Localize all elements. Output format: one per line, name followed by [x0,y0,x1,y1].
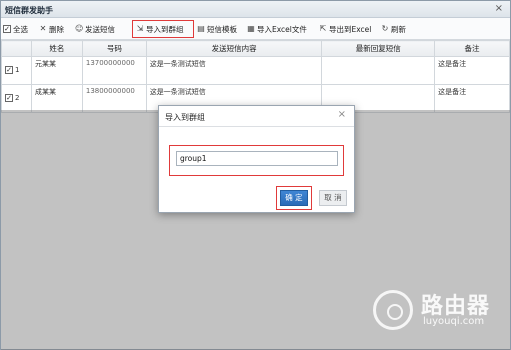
window-title: 短信群发助手 [5,6,53,15]
column-header-phone[interactable]: 号码 [81,40,147,57]
window-close-button[interactable]: × [495,3,503,14]
table-header-row: 姓名 号码 发送短信内容 最新回复短信 备注 [1,40,510,57]
select-all-button[interactable]: ✓ 全选 [3,23,28,35]
column-header-select [1,40,32,57]
export-excel-label: 导出到Excel [329,24,372,34]
name-cell: 元某某 [30,56,83,85]
phone-cell: 13700000000 [81,56,147,85]
sms-template-label: 短信模板 [207,24,237,34]
send-sms-button[interactable]: ☺ 发送短信 [75,23,115,35]
column-header-reply[interactable]: 最新回复短信 [321,40,436,57]
row-checkbox[interactable]: ✓ [5,66,13,74]
title-bar: 短信群发助手 × [1,1,510,18]
reply-cell [321,56,436,85]
template-icon: ▤ [197,24,205,33]
delete-button[interactable]: ✕ 删除 [39,23,64,35]
column-header-name[interactable]: 姓名 [30,40,83,57]
refresh-icon: ↻ [381,24,389,33]
import-group-dialog: 导入到群组 × 确 定 取 消 [158,105,355,213]
column-header-remark[interactable]: 备注 [434,40,510,57]
refresh-button[interactable]: ↻ 刷新 [381,23,406,35]
import-excel-label: 导入Excel文件 [257,24,307,34]
chat-icon: ☺ [75,24,84,33]
import-group-highlight [132,20,194,38]
import-excel-button[interactable]: ▦ 导入Excel文件 [247,23,307,35]
row-number: 2 [15,94,20,102]
row-select-cell[interactable]: ✓ 2 [1,84,32,113]
cancel-button[interactable]: 取 消 [319,190,347,206]
dialog-divider [159,126,354,127]
watermark-logo: 路由器 luyouqi.com [373,288,503,334]
column-header-content[interactable]: 发送短信内容 [145,40,323,57]
export-excel-button[interactable]: ⇱ 导出到Excel [319,23,372,35]
dialog-close-button[interactable]: × [338,109,346,120]
excel-export-icon: ⇱ [319,24,327,33]
refresh-label: 刷新 [391,24,406,34]
contacts-table: 姓名 号码 发送短信内容 最新回复短信 备注 ✓ 1 元某某 1370000000… [1,40,510,113]
excel-import-icon: ▦ [247,24,255,33]
remark-cell: 这是备注 [434,56,510,85]
toolbar: ✓ 全选 ✕ 删除 ☺ 发送短信 ⇲ 导入到群组 ▤ 短信模板 ▦ 导入Exce… [1,18,510,40]
checkbox-icon: ✓ [3,25,11,33]
content-cell: 这是一条测试短信 [145,56,323,85]
close-icon: ✕ [39,24,47,33]
send-sms-label: 发送短信 [85,24,115,34]
phone-cell: 13800000000 [81,84,147,113]
row-checkbox[interactable]: ✓ [5,94,13,102]
remark-cell: 这是备注 [434,84,510,113]
watermark-site: luyouqi.com [423,316,485,327]
ok-button[interactable]: 确 定 [280,190,308,206]
dialog-title: 导入到群组 [165,113,205,122]
table-row[interactable]: ✓ 1 元某某 13700000000 这是一条测试短信 这是备注 [1,56,510,85]
select-all-label: 全选 [13,24,28,34]
row-number: 1 [15,66,20,74]
group-name-input[interactable] [176,151,338,166]
router-logo-icon [373,290,413,330]
sms-template-button[interactable]: ▤ 短信模板 [197,23,237,35]
app-window: 短信群发助手 × ✓ 全选 ✕ 删除 ☺ 发送短信 ⇲ 导入到群组 ▤ 短信模板… [0,0,511,350]
row-select-cell[interactable]: ✓ 1 [1,56,32,85]
name-cell: 成某某 [30,84,83,113]
delete-label: 删除 [49,24,64,34]
